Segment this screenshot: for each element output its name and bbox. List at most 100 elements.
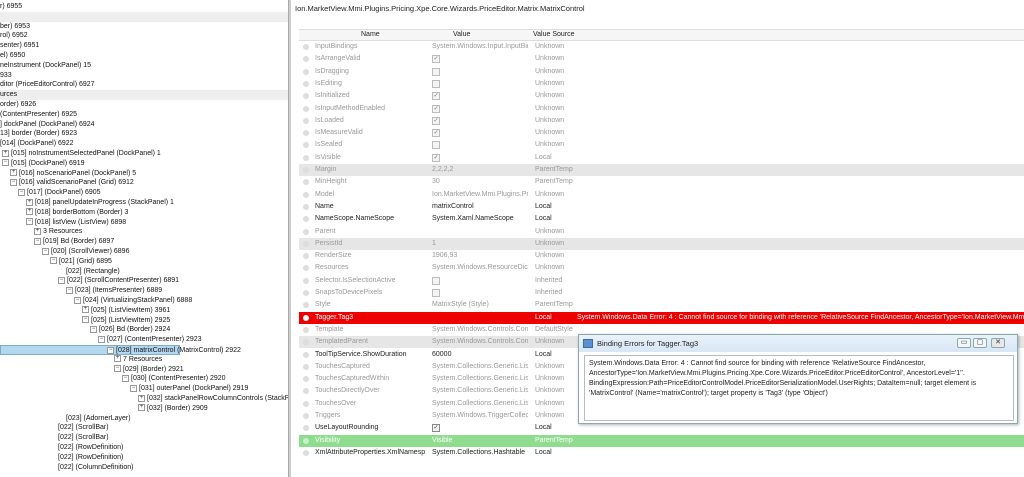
tree-node[interactable] <box>0 11 288 22</box>
tree-node[interactable]: − [016] validScenarioPanel (Grid) 6912 <box>0 178 134 188</box>
property-value[interactable]: System.Collections.Generic.List <box>432 361 528 373</box>
tree-node[interactable]: rol) 6952 <box>0 31 28 41</box>
property-checkbox[interactable]: ✓ <box>432 55 440 64</box>
tree-node[interactable]: − [024] (VirtualizingStackPanel) 6888 <box>0 296 192 306</box>
tree-node[interactable]: [014] (DockPanel) 6922 <box>0 139 74 149</box>
property-value[interactable]: 1906,93 <box>432 250 528 262</box>
property-row[interactable]: PersistId 1 Unknown <box>299 237 1024 251</box>
property-value[interactable]: 60000 <box>432 349 528 361</box>
collapse-icon[interactable]: − <box>50 257 57 265</box>
property-checkbox[interactable] <box>432 79 440 88</box>
property-row[interactable]: IsMeasureValid ✓ Unknown <box>299 127 1024 139</box>
expand-icon[interactable]: + <box>2 149 9 157</box>
tree-node[interactable]: 933 <box>0 71 12 81</box>
property-marker-icon[interactable] <box>303 339 309 346</box>
property-value[interactable]: 1 <box>432 238 528 250</box>
property-marker-icon[interactable] <box>303 154 309 161</box>
collapse-icon[interactable]: − <box>74 296 81 304</box>
property-row[interactable]: IsInitialized ✓ Unknown <box>299 90 1024 102</box>
property-row[interactable]: MinHeight 30 ParentTemp <box>299 176 1024 188</box>
expand-icon[interactable]: + <box>138 394 145 402</box>
property-row[interactable]: RenderSize 1906,93 Unknown <box>299 250 1024 262</box>
tree-node[interactable]: + [015] noInstrumentSelectedPanel (DockPa… <box>0 149 161 159</box>
property-checkbox[interactable]: ✓ <box>432 104 440 113</box>
property-marker-icon[interactable] <box>303 191 309 198</box>
tree-node[interactable]: + [025] (ListViewItem) 3961 <box>0 306 170 316</box>
collapse-icon[interactable]: − <box>26 218 33 226</box>
property-marker-icon[interactable] <box>303 130 309 137</box>
property-row[interactable]: IsInputMethodEnabled ✓ Unknown <box>299 103 1024 115</box>
tree-node[interactable]: − [030] (ContentPresenter) 2920 <box>0 374 226 384</box>
tree-node[interactable]: el) 6950 <box>0 51 25 61</box>
tree-node[interactable]: (ContentPresenter) 6925 <box>0 110 77 120</box>
tree-node[interactable]: [023] (AdornerLayer) <box>0 414 131 424</box>
property-marker-icon[interactable] <box>303 203 309 210</box>
tree-node[interactable]: + [032] (Border) 2909 <box>0 404 208 414</box>
collapse-icon[interactable]: − <box>34 237 41 245</box>
tree-node[interactable]: urces <box>0 90 288 101</box>
column-header-value-source[interactable]: Value Source <box>533 31 575 38</box>
property-row[interactable]: IsArrangeValid ✓ Unknown <box>299 53 1024 65</box>
property-marker-icon[interactable] <box>303 363 309 370</box>
tree-node[interactable]: − [019] Bd (Border) 6897 <box>0 237 114 247</box>
property-value[interactable]: System.Windows.Controls.Cont <box>432 336 528 348</box>
tree-node[interactable]: [022] (ScrollBar) <box>0 423 109 433</box>
tree-node[interactable]: neInstrument (DockPanel) 15 <box>0 61 91 71</box>
property-row[interactable]: SnapsToDevicePixels Inherited <box>299 287 1024 299</box>
collapse-icon[interactable]: − <box>58 277 65 285</box>
property-value[interactable]: System.Windows.ResourceDicti <box>432 262 528 274</box>
property-checkbox[interactable]: ✓ <box>432 92 440 101</box>
collapse-icon[interactable]: − <box>42 247 49 255</box>
minimize-button[interactable]: ▭ <box>957 338 971 348</box>
property-value[interactable]: Visible <box>432 435 528 447</box>
property-row[interactable]: Model Ion.MarketView.Mmi.Plugins.Pr Unknow… <box>299 189 1024 201</box>
expand-icon[interactable]: + <box>34 228 41 236</box>
collapse-icon[interactable]: − <box>66 286 73 294</box>
property-row[interactable]: NameScope.NameScope System.Xaml.NameScope… <box>299 213 1024 225</box>
expand-icon[interactable]: + <box>26 208 33 216</box>
property-value[interactable]: System.Windows.TriggerCollec <box>432 410 528 422</box>
expand-icon[interactable]: + <box>10 169 17 177</box>
tree-node[interactable]: ditor (PriceEditorControl) 6927 <box>0 80 95 90</box>
tree-node[interactable]: +7 Resources <box>0 355 162 365</box>
collapse-icon[interactable]: − <box>2 159 9 167</box>
property-value[interactable]: 30 <box>432 176 528 188</box>
property-marker-icon[interactable] <box>303 277 309 284</box>
visual-tree-panel[interactable]: r) 6955 ber) 6953 rol) 6952 senter) 6951 el)… <box>0 0 289 477</box>
property-marker-icon[interactable] <box>303 240 309 247</box>
property-value[interactable]: System.Windows.Input.InputBin <box>432 41 528 53</box>
tree-node[interactable]: − [023] (ItemsPresenter) 6889 <box>0 286 162 296</box>
property-row[interactable]: Selector.IsSelectionActive Inherited <box>299 275 1024 287</box>
property-row[interactable]: IsVisible ✓ Local <box>299 152 1024 164</box>
property-marker-icon[interactable] <box>303 302 309 309</box>
tree-node[interactable]: − [021] (Grid) 6895 <box>0 257 112 267</box>
property-checkbox[interactable]: ✓ <box>432 153 440 162</box>
property-checkbox[interactable] <box>432 67 440 76</box>
property-marker-icon[interactable] <box>303 388 309 395</box>
tree-node[interactable]: ] dockPanel (DockPanel) 6924 <box>0 120 95 130</box>
tree-node[interactable]: + [032] stackPanelRowColumnControls (Stac… <box>0 394 288 404</box>
property-marker-icon[interactable] <box>303 167 309 173</box>
property-marker-icon[interactable] <box>303 413 309 419</box>
property-value[interactable]: Ion.MarketView.Mmi.Plugins.Pr <box>432 189 528 201</box>
property-marker-icon[interactable] <box>303 351 309 358</box>
tree-node[interactable]: 13] border (Border) 6923 <box>0 129 77 139</box>
property-marker-icon[interactable] <box>303 376 309 383</box>
property-row[interactable]: UseLayoutRounding ✓ Local <box>299 422 1024 434</box>
tree-node[interactable]: − [029] (Border) 2921 <box>0 365 184 375</box>
property-value[interactable]: MatrixStyle (Style) <box>432 299 528 311</box>
column-header-name[interactable]: Name <box>361 31 380 38</box>
property-marker-icon[interactable] <box>303 425 309 432</box>
property-marker-icon[interactable] <box>303 326 309 333</box>
tree-node[interactable]: − [026] Bd (Border) 2924 <box>0 325 170 335</box>
tree-node[interactable]: [022] (RowDefinition) <box>0 453 123 463</box>
expand-icon[interactable]: + <box>138 404 145 412</box>
tree-node[interactable]: + [018] borderBottom (Border) 3 <box>0 208 128 218</box>
property-checkbox[interactable] <box>432 276 440 285</box>
tree-node[interactable]: + [018] panelUpdateInProgress (StackPanel… <box>0 198 174 208</box>
property-checkbox[interactable] <box>432 141 440 150</box>
tree-node[interactable]: − [025] (ListViewItem) 2925 <box>0 316 170 326</box>
collapse-icon[interactable]: − <box>98 335 105 343</box>
property-marker-icon[interactable] <box>303 117 309 124</box>
property-marker-icon[interactable] <box>303 216 309 223</box>
